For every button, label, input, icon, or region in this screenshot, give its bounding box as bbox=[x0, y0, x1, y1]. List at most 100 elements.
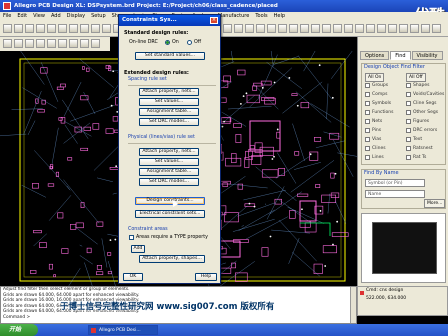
spacing-set-values-button[interactable]: Set values... bbox=[139, 98, 199, 106]
toolbar-button-icon[interactable] bbox=[399, 24, 408, 33]
toolbar-button-icon[interactable] bbox=[289, 24, 298, 33]
tab-options[interactable]: Options bbox=[360, 51, 390, 60]
toolbar-button-icon[interactable] bbox=[311, 24, 320, 33]
component-footprint bbox=[92, 123, 100, 130]
toolbar-button-icon[interactable] bbox=[388, 24, 397, 33]
ratsnest-line bbox=[331, 51, 353, 79]
toolbar-button-icon[interactable] bbox=[267, 24, 276, 33]
find-checkbox-drc-errors[interactable]: DRC errors bbox=[406, 128, 437, 133]
menu-item-display[interactable]: Display bbox=[64, 13, 88, 19]
find-checkbox-vias[interactable]: Vias bbox=[365, 137, 381, 142]
find-checkbox-groups[interactable]: Groups bbox=[365, 83, 388, 88]
find-checkbox-shapes[interactable]: Shapes bbox=[406, 83, 429, 88]
taskbar: 开始 Allegro PCB Desi... bbox=[0, 324, 448, 336]
physical-attach-button[interactable]: Attach property, nets... bbox=[139, 148, 199, 156]
toolbar-button-icon[interactable] bbox=[3, 39, 12, 48]
toolbar-button-icon[interactable] bbox=[355, 24, 364, 33]
toolbar-button-icon[interactable] bbox=[432, 24, 441, 33]
find-checkbox-other-segs[interactable]: Other Segs bbox=[406, 110, 438, 115]
toolbar-button-icon[interactable] bbox=[36, 39, 45, 48]
menu-item-add[interactable]: Add bbox=[48, 13, 64, 19]
toolbar-button-icon[interactable] bbox=[256, 24, 265, 33]
toolbar-button-icon[interactable] bbox=[344, 24, 353, 33]
toolbar-button-icon[interactable] bbox=[410, 24, 419, 33]
ok-button[interactable]: OK bbox=[123, 273, 143, 281]
add-button[interactable]: Add bbox=[131, 245, 145, 253]
find-checkbox-ratsnest[interactable]: Ratsnest bbox=[406, 146, 433, 151]
find-checkbox-symbols[interactable]: Symbols bbox=[365, 101, 391, 106]
find-checkbox-clines[interactable]: Clines bbox=[365, 146, 386, 151]
physical-drc-modes-button[interactable]: Set DRC modes... bbox=[139, 178, 199, 186]
toolbar-button-icon[interactable] bbox=[47, 24, 56, 33]
find-checkbox-text[interactable]: Text bbox=[406, 137, 422, 142]
toolbar-button-icon[interactable] bbox=[91, 39, 100, 48]
find-checkbox-voids-cavities[interactable]: Voids/Cavities bbox=[406, 92, 444, 97]
all-off-button[interactable]: All Off bbox=[406, 73, 426, 82]
toolbar-button-icon[interactable] bbox=[36, 24, 45, 33]
all-on-button[interactable]: All On bbox=[365, 73, 385, 82]
menu-item-setup[interactable]: Setup bbox=[88, 13, 109, 19]
spacing-attach-button[interactable]: Attach property, nets... bbox=[139, 88, 199, 96]
toolbar-button-icon[interactable] bbox=[234, 24, 243, 33]
component-footprint bbox=[37, 109, 45, 113]
find-checkbox-figures[interactable]: Figures bbox=[406, 119, 429, 124]
toolbar-button-icon[interactable] bbox=[322, 24, 331, 33]
toolbar-button-icon[interactable] bbox=[333, 24, 342, 33]
close-icon[interactable]: × bbox=[210, 17, 218, 24]
worldview-panel[interactable] bbox=[361, 213, 446, 283]
toolbar-button-icon[interactable] bbox=[58, 24, 67, 33]
toolbar-button-icon[interactable] bbox=[366, 24, 375, 33]
toolbar-button-icon[interactable] bbox=[80, 39, 89, 48]
tab-visibility[interactable]: Visibility bbox=[411, 51, 443, 60]
toolbar-button-icon[interactable] bbox=[102, 24, 111, 33]
drc-on-radio[interactable]: On bbox=[165, 40, 179, 45]
find-checkbox-rat-ts[interactable]: Rat Ts bbox=[406, 155, 426, 160]
toolbar-button-icon[interactable] bbox=[245, 24, 254, 33]
menu-item-file[interactable]: File bbox=[0, 13, 14, 19]
toolbar-button-icon[interactable] bbox=[278, 24, 287, 33]
physical-set-values-button[interactable]: Set values... bbox=[139, 158, 199, 166]
toolbar-button-icon[interactable] bbox=[91, 24, 100, 33]
toolbar-button-icon[interactable] bbox=[25, 39, 34, 48]
start-button[interactable]: 开始 bbox=[0, 324, 38, 336]
toolbar-button-icon[interactable] bbox=[300, 24, 309, 33]
component-footprint bbox=[261, 247, 269, 257]
taskbar-item-allegro[interactable]: Allegro PCB Desi... bbox=[88, 325, 158, 335]
find-checkbox-cline-segs[interactable]: Cline Segs bbox=[406, 101, 437, 106]
spacing-drc-modes-button[interactable]: Set DRC modes... bbox=[139, 118, 199, 126]
find-checkbox-functions[interactable]: Functions bbox=[365, 110, 394, 115]
find-checkbox-comps[interactable]: Comps bbox=[365, 92, 387, 97]
areas-type-checkbox[interactable]: Areas require a TYPE property bbox=[129, 235, 208, 240]
find-type-select[interactable]: Symbol (or Pin) bbox=[365, 179, 425, 187]
attach-shapes-button[interactable]: Attach property, shapes... bbox=[139, 255, 205, 263]
spacing-assignment-table-button[interactable]: Assignment table... bbox=[139, 108, 199, 116]
toolbar-button-icon[interactable] bbox=[80, 24, 89, 33]
toolbar-button-icon[interactable] bbox=[47, 39, 56, 48]
find-name-select[interactable]: Name bbox=[365, 190, 425, 198]
toolbar-button-icon[interactable] bbox=[14, 24, 23, 33]
help-button[interactable]: Help bbox=[195, 273, 217, 281]
tab-find[interactable]: Find bbox=[390, 51, 411, 60]
find-checkbox-lines[interactable]: Lines bbox=[365, 155, 384, 160]
toolbar-button-icon[interactable] bbox=[223, 24, 232, 33]
menu-item-help[interactable]: Help bbox=[271, 13, 288, 19]
toolbar-button-icon[interactable] bbox=[25, 24, 34, 33]
menu-item-view[interactable]: View bbox=[30, 13, 48, 19]
toolbar-button-icon[interactable] bbox=[3, 24, 12, 33]
physical-assignment-table-button[interactable]: Assignment table... bbox=[139, 168, 199, 176]
menu-item-tools[interactable]: Tools bbox=[252, 13, 270, 19]
find-checkbox-nets[interactable]: Nets bbox=[365, 119, 382, 124]
toolbar-button-icon[interactable] bbox=[69, 24, 78, 33]
drc-off-radio[interactable]: Off bbox=[187, 40, 201, 45]
toolbar-button-icon[interactable] bbox=[421, 24, 430, 33]
command-scrollbar[interactable] bbox=[350, 287, 356, 323]
menu-item-edit[interactable]: Edit bbox=[14, 13, 30, 19]
toolbar-button-icon[interactable] bbox=[14, 39, 23, 48]
more-button[interactable]: More... bbox=[424, 199, 446, 208]
find-checkbox-pins[interactable]: Pins bbox=[365, 128, 381, 133]
toolbar-button-icon[interactable] bbox=[69, 39, 78, 48]
toolbar-button-icon[interactable] bbox=[377, 24, 386, 33]
toolbar-button-icon[interactable] bbox=[58, 39, 67, 48]
electrical-constraint-sets-button[interactable]: Electrical constraint sets... bbox=[135, 210, 205, 218]
set-standard-values-button[interactable]: Set standard values... bbox=[135, 52, 205, 60]
